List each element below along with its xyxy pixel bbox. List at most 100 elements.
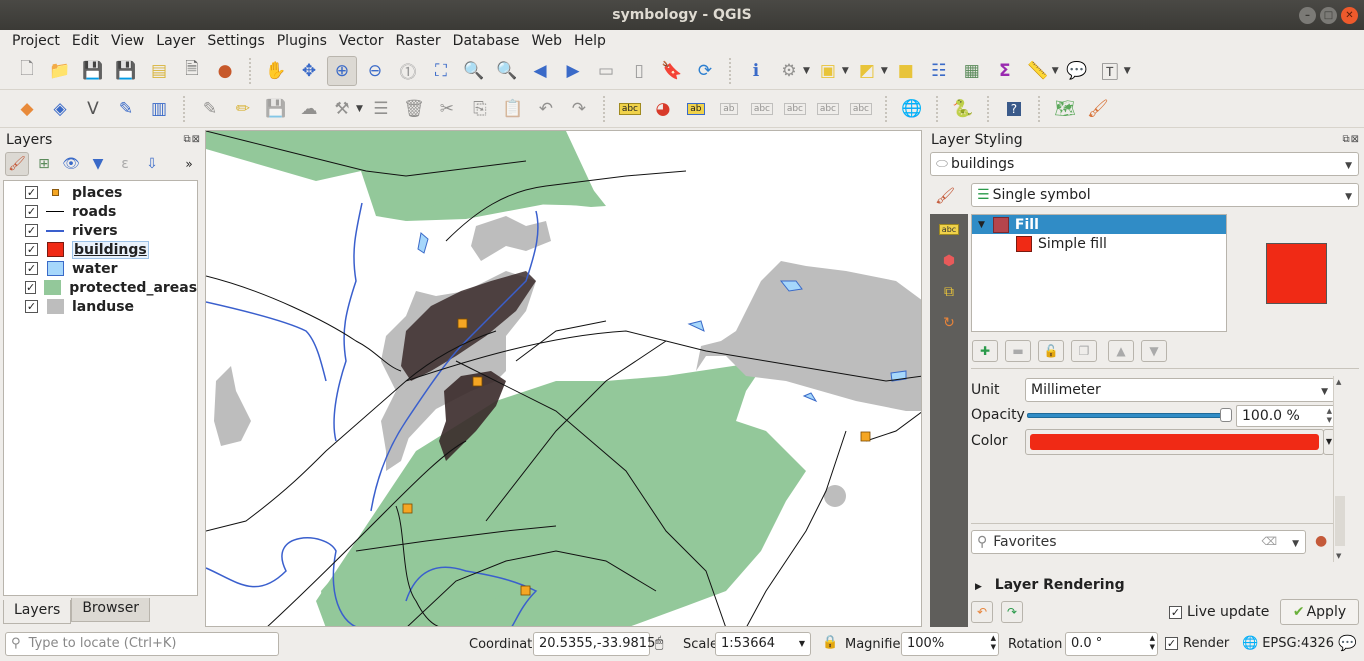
close-panel-icon[interactable]: ⊠ [192, 134, 201, 145]
map-tips-icon[interactable]: 💬 [1062, 56, 1092, 86]
layer-item-landuse[interactable]: ✓ landuse [4, 297, 197, 316]
menu-vector[interactable]: Vector [333, 30, 390, 52]
zoom-next-icon[interactable]: ▶ [558, 56, 588, 86]
move-up-button[interactable]: ▲ [1108, 340, 1134, 362]
label-toolbar-icon[interactable]: abc [615, 94, 645, 124]
style-panel-icon[interactable]: 🖌 [5, 152, 29, 176]
save-as-icon[interactable]: 💾 [111, 56, 141, 86]
help-icon[interactable]: ? [999, 94, 1029, 124]
filter-expression-icon[interactable]: ε [113, 152, 137, 176]
opacity-slider-track[interactable] [1027, 413, 1227, 418]
zoom-to-selection-icon[interactable]: 🔍 [459, 56, 489, 86]
render-toggle[interactable]: ✓ Render [1165, 636, 1229, 651]
save-project-icon[interactable]: 💾 [78, 56, 108, 86]
unit-select[interactable]: Millimeter ▼ [1025, 378, 1335, 402]
scale-combo[interactable]: 1:53664 ▼ [715, 632, 811, 656]
new-print-layout-icon[interactable]: ▤ [144, 56, 174, 86]
spin-arrows-icon[interactable]: ▲ ▼ [1327, 407, 1332, 425]
style-manager-icon[interactable]: ● [1315, 533, 1327, 549]
toggle-extents-icon[interactable]: 🖱 [655, 635, 663, 651]
layer-item-roads[interactable]: ✓ roads [4, 202, 197, 221]
chevron-down-icon[interactable]: ▼ [1124, 66, 1131, 76]
move-down-button[interactable]: ▼ [1141, 340, 1167, 362]
3d-view-tab-icon[interactable]: ⬢ [930, 245, 968, 276]
zoom-in-icon[interactable]: ⊕ [327, 55, 357, 86]
spin-arrows-icon[interactable]: ▲ ▼ [991, 634, 996, 652]
new-project-icon[interactable]: 🗋 [12, 56, 42, 86]
menu-plugins[interactable]: Plugins [271, 30, 333, 52]
locator-search-input[interactable]: ⚲ Type to locate (Ctrl+K) [5, 632, 279, 656]
lock-symbol-layer-button[interactable]: 🔓 [1038, 340, 1064, 362]
open-project-icon[interactable]: 📁 [45, 56, 75, 86]
save-edits-icon[interactable]: 💾 [261, 94, 291, 124]
messages-icon[interactable]: 💬 [1338, 634, 1357, 652]
clear-icon[interactable]: ⌫ [1261, 535, 1277, 548]
redo-style-button[interactable]: ↷ [1001, 601, 1023, 623]
layer-checkbox[interactable]: ✓ [25, 262, 38, 275]
symbol-tree-item-fill[interactable]: ▼ Fill [972, 215, 1226, 234]
float-icon[interactable]: ⧉ [183, 134, 191, 145]
zoom-out-icon[interactable]: ⊖ [360, 56, 390, 86]
layer-item-water[interactable]: ✓ water [4, 259, 197, 278]
map-canvas[interactable] [205, 130, 922, 627]
menu-view[interactable]: View [105, 30, 150, 52]
undo-icon[interactable]: ↶ [531, 94, 561, 124]
new-spatialite-layer-icon[interactable]: ✎ [111, 94, 141, 124]
coordinate-field[interactable]: 20.5355,-33.9815 [533, 632, 655, 656]
new-map-view-icon[interactable]: ▭ [591, 56, 621, 86]
measure-icon[interactable]: 📏 [1023, 56, 1053, 86]
field-calculator-icon[interactable]: ▦ [957, 56, 987, 86]
close-button[interactable]: ✕ [1341, 7, 1358, 24]
tab-layers[interactable]: Layers [3, 600, 72, 624]
menu-settings[interactable]: Settings [201, 30, 270, 52]
apply-button[interactable]: ✔ Apply [1280, 599, 1359, 625]
new-3d-map-icon[interactable]: ▯ [624, 56, 654, 86]
zoom-native-icon[interactable]: ⓵ [393, 56, 423, 86]
opacity-slider-handle[interactable] [1220, 408, 1232, 422]
menu-web[interactable]: Web [525, 30, 568, 52]
menu-project[interactable]: Project [6, 30, 66, 52]
chevron-down-icon[interactable]: ▼ [1052, 66, 1059, 76]
remove-symbol-layer-button[interactable]: ▬ [1005, 340, 1031, 362]
crs-button[interactable]: 🌐 EPSG:4326 [1242, 636, 1334, 651]
labels-tab-icon[interactable]: abc [930, 214, 968, 245]
layout-manager-icon[interactable]: 🗎 [177, 56, 207, 86]
chevron-down-icon[interactable]: ▼ [881, 66, 888, 76]
statistics-icon[interactable]: Σ [990, 56, 1020, 86]
minimize-button[interactable]: – [1299, 7, 1316, 24]
pan-to-selection-icon[interactable]: ✥ [294, 56, 324, 86]
layer-select[interactable]: ⬭ buildings ▼ [930, 152, 1359, 176]
data-source-manager-icon[interactable]: ◆ [12, 94, 42, 124]
visibility-icon[interactable]: 👁 [59, 152, 83, 176]
zoom-to-layer-icon[interactable]: 🔍 [492, 56, 522, 86]
metasearch-icon[interactable]: 🌐 [897, 94, 927, 124]
add-polygon-icon[interactable]: ☁ [294, 94, 324, 124]
text-annotation-icon[interactable]: 🅃 [1095, 56, 1125, 86]
layer-checkbox[interactable]: ✓ [25, 186, 38, 199]
refresh-icon[interactable]: ⟳ [690, 56, 720, 86]
modify-attributes-icon[interactable]: ☰ [366, 94, 396, 124]
layer-checkbox[interactable]: ✓ [25, 224, 38, 237]
chevron-down-icon[interactable]: ▼ [803, 66, 810, 76]
python-console-icon[interactable]: 🐍 [948, 94, 978, 124]
spin-arrows-icon[interactable]: ▲ ▼ [1150, 634, 1155, 652]
cut-features-icon[interactable]: ✂ [432, 94, 462, 124]
delete-selected-icon[interactable]: 🗑 [399, 94, 429, 124]
filter-icon[interactable]: ▼ [86, 152, 110, 176]
open-attribute-table-icon[interactable]: ☷ [924, 56, 954, 86]
menu-help[interactable]: Help [568, 30, 612, 52]
opacity-spinbox[interactable]: 100.0 % ▲ ▼ [1236, 405, 1335, 427]
expand-all-icon[interactable]: ⇩ [140, 152, 164, 176]
current-edits-icon[interactable]: ✎ [195, 94, 225, 124]
zoom-full-icon[interactable]: ⛶ [426, 56, 456, 86]
chevron-down-icon[interactable]: ▼ [356, 104, 363, 114]
new-geopackage-layer-icon[interactable]: ◈ [45, 94, 75, 124]
show-hide-labels-icon[interactable]: abc [747, 94, 777, 124]
lock-icon[interactable]: 🔒 [822, 635, 838, 650]
maximize-button[interactable]: □ [1320, 7, 1337, 24]
more-tools-icon[interactable]: » [177, 152, 201, 176]
add-group-icon[interactable]: ⊞ [32, 152, 56, 176]
duplicate-symbol-layer-button[interactable]: ❐ [1071, 340, 1097, 362]
layer-item-protected-areas[interactable]: ✓ protected_areas [4, 278, 197, 297]
color-button[interactable] [1025, 429, 1324, 455]
